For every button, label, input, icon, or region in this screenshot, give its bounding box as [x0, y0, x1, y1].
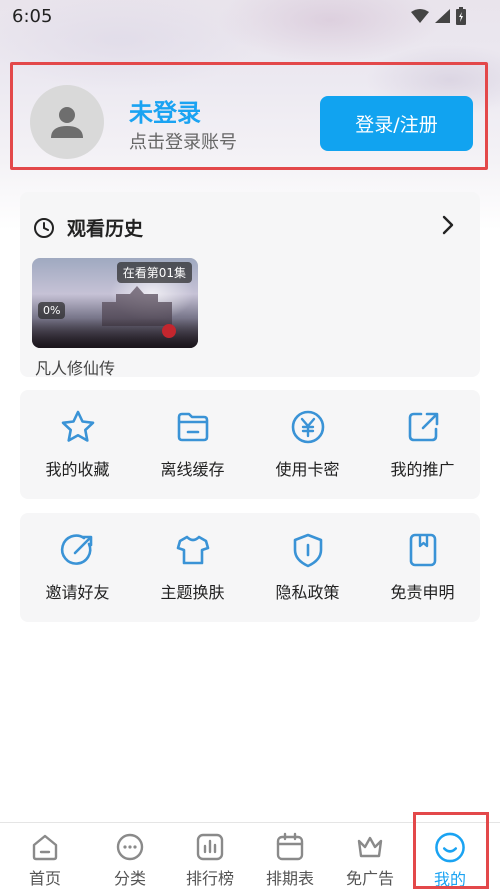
login-status-subtitle[interactable]: 点击登录账号 [129, 128, 237, 154]
progress-badge: 0% [38, 302, 66, 319]
watch-history-title: 观看历史 [67, 218, 144, 240]
invite-friends-item[interactable]: 邀请好友 [20, 513, 135, 622]
shield-icon [293, 533, 322, 568]
nav-ranking[interactable]: 排行榜 [170, 823, 250, 890]
theme-skin-item[interactable]: 主题换肤 [135, 513, 250, 622]
star-icon [61, 410, 94, 442]
status-icons [411, 7, 466, 25]
history-item-name[interactable]: 凡人修仙传 [35, 355, 115, 379]
redeem-code-label: 使用卡密 [275, 460, 340, 479]
nav-ranking-label: 排行榜 [185, 869, 234, 888]
favorites-label: 我的收藏 [45, 460, 110, 479]
invite-icon [60, 534, 92, 565]
user-icon [51, 107, 83, 138]
disclaimer-label: 免责申明 [390, 583, 455, 602]
clock-icon [34, 217, 54, 238]
favorites-item[interactable]: 我的收藏 [20, 390, 135, 499]
login-register-button[interactable]: 登录/注册 [320, 96, 473, 151]
nav-ad-free[interactable]: 免广告 [330, 823, 410, 890]
category-icon [116, 833, 144, 861]
status-time: 6:05 [12, 6, 53, 27]
chevron-right-icon[interactable] [438, 214, 458, 236]
nav-category[interactable]: 分类 [90, 823, 170, 890]
nav-schedule[interactable]: 排期表 [250, 823, 330, 890]
watch-history-card: 观看历史 在看第01集 0% 凡人修仙传 [20, 192, 480, 379]
nav-ad-free-label: 免广告 [345, 869, 394, 888]
calendar-icon [276, 832, 304, 861]
login-status-title[interactable]: 未登录 [129, 93, 201, 128]
privacy-policy-item[interactable]: 隐私政策 [250, 513, 365, 622]
promotion-item[interactable]: 我的推广 [365, 390, 480, 499]
crown-icon [357, 836, 383, 858]
wifi-icon [411, 9, 429, 23]
folder-icon [177, 412, 208, 442]
share-icon [408, 412, 438, 442]
invite-friends-label: 邀请好友 [45, 583, 110, 602]
disclaimer-item[interactable]: 免责申明 [365, 513, 480, 622]
redeem-code-item[interactable]: 使用卡密 [250, 390, 365, 499]
signal-icon [435, 9, 450, 23]
home-icon [32, 834, 58, 861]
shirt-icon [176, 535, 209, 565]
feature-grid-1: 我的收藏 离线缓存 使用卡密 我的推广 [20, 390, 480, 499]
nav-home-label: 首页 [28, 869, 61, 888]
ranking-icon [196, 833, 224, 861]
offline-cache-item[interactable]: 离线缓存 [135, 390, 250, 499]
profile-card[interactable]: 未登录 点击登录账号 登录/注册 [10, 62, 488, 170]
offline-cache-label: 离线缓存 [160, 460, 225, 479]
bookmark-icon [409, 533, 436, 567]
feature-grid-2: 邀请好友 主题换肤 隐私政策 免责申明 [20, 513, 480, 622]
privacy-policy-label: 隐私政策 [275, 583, 340, 602]
nav-schedule-label: 排期表 [265, 869, 314, 888]
yen-icon [291, 410, 324, 444]
history-thumbnail[interactable]: 在看第01集 0% [32, 258, 198, 348]
watch-history-header[interactable]: 观看历史 [33, 214, 143, 241]
avatar[interactable] [30, 85, 104, 159]
nav-mine-highlight [413, 812, 489, 889]
nav-home[interactable]: 首页 [0, 823, 90, 890]
battery-icon [456, 7, 466, 25]
episode-badge: 在看第01集 [116, 262, 192, 283]
theme-skin-label: 主题换肤 [160, 583, 225, 602]
nav-category-label: 分类 [113, 869, 146, 888]
status-bar: 6:05 [0, 0, 500, 34]
promotion-label: 我的推广 [390, 460, 455, 479]
thumbnail-seal [162, 324, 176, 338]
